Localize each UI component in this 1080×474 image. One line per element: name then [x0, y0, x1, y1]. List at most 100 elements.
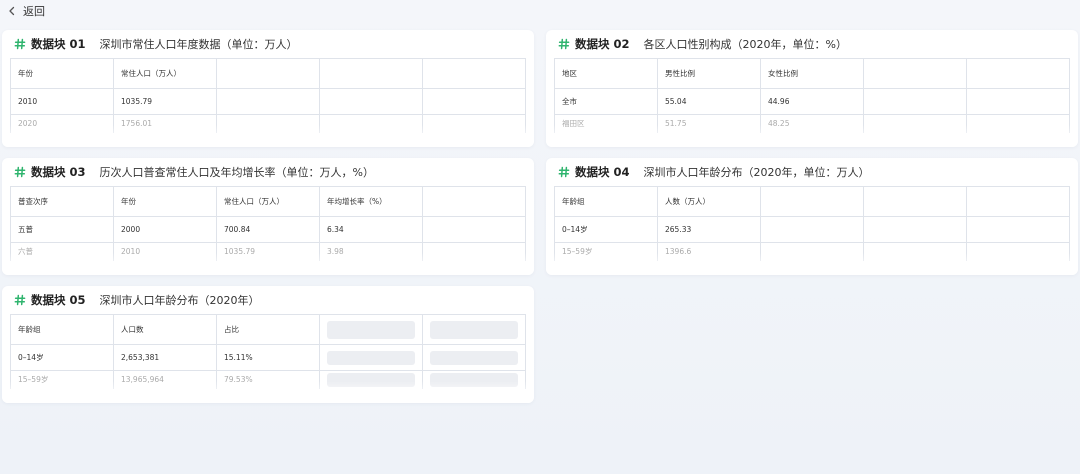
data-block-02: 数据块 02 各区人口性别构成（2020年，单位：%） 地区 男性比例 女性比例…: [546, 30, 1078, 147]
table-row: 15–59岁 13,965,964 79.53%: [10, 370, 526, 389]
table-cell: [966, 114, 1070, 133]
column-header: [319, 58, 423, 89]
column-header: 人数（万人）: [657, 186, 761, 217]
table-cell: 福田区: [554, 114, 658, 133]
block-label: 数据块 01: [31, 37, 86, 51]
data-table: 普查次序 年份 常住人口（万人） 年均增长率（%） 五普 2000 700.84…: [10, 186, 526, 261]
table-cell: 2010: [113, 242, 217, 261]
hash-icon: [14, 166, 26, 178]
skeleton-bar: [327, 320, 415, 339]
table-cell: [422, 216, 526, 243]
table-cell: [216, 114, 320, 133]
table-header-row: 年龄组 人口数 占比: [10, 314, 526, 345]
block-header: 数据块 03 历次人口普查常住人口及年均增长率（单位：万人，%）: [14, 158, 374, 186]
skeleton-bar: [327, 372, 415, 387]
data-table: 年龄组 人口数 占比 0–14岁 2,653,381 15.11% 15–59岁…: [10, 314, 526, 389]
data-table: 地区 男性比例 女性比例 全市 55.04 44.96 福田区 51.75 48…: [554, 58, 1070, 133]
block-label: 数据块 05: [31, 293, 86, 307]
chevron-left-icon: [9, 6, 15, 16]
table-cell: 3.98: [319, 242, 423, 261]
table-cell: 265.33: [657, 216, 761, 243]
hash-icon: [14, 38, 26, 50]
table-cell: [760, 242, 864, 261]
block-title: 各区人口性别构成（2020年，单位：%）: [643, 38, 847, 51]
table-cell: [319, 114, 423, 133]
table-cell: [863, 114, 967, 133]
table-cell: 79.53%: [216, 370, 320, 389]
column-header: [966, 186, 1070, 217]
table-cell: [966, 216, 1070, 243]
data-block-04: 数据块 04 深圳市人口年龄分布（2020年，单位：万人） 年龄组 人数（万人）…: [546, 158, 1078, 275]
data-block-05: 数据块 05 深圳市人口年龄分布（2020年） 年龄组 人口数 占比 0–14岁…: [2, 286, 534, 403]
table-cell: 2020: [10, 114, 114, 133]
table-cell: [319, 88, 423, 115]
block-header: 数据块 05 深圳市人口年龄分布（2020年）: [14, 286, 260, 314]
back-button[interactable]: 返回: [6, 3, 45, 19]
column-header: [422, 186, 526, 217]
table-row: 0–14岁 265.33: [554, 216, 1070, 243]
skeleton-bar: [327, 350, 415, 365]
table-row: 2010 1035.79: [10, 88, 526, 115]
table-row: 福田区 51.75 48.25: [554, 114, 1070, 133]
table-cell: [216, 88, 320, 115]
table-cell: [966, 88, 1070, 115]
table-cell: 2010: [10, 88, 114, 115]
table-cell: 15–59岁: [554, 242, 658, 261]
table-cell: [863, 242, 967, 261]
column-header: [760, 186, 864, 217]
table-cell: 2000: [113, 216, 217, 243]
column-header: 普查次序: [10, 186, 114, 217]
table-cell: [966, 242, 1070, 261]
back-label: 返回: [23, 5, 45, 18]
data-block-01: 数据块 01 深圳市常住人口年度数据（单位：万人） 年份 常住人口（万人） 20…: [2, 30, 534, 147]
block-label: 数据块 04: [575, 165, 630, 179]
table-cell: 6.34: [319, 216, 423, 243]
table-cell: 55.04: [657, 88, 761, 115]
block-title: 深圳市常住人口年度数据（单位：万人）: [99, 38, 298, 51]
column-header: 年龄组: [554, 186, 658, 217]
column-header: 常住人口（万人）: [216, 186, 320, 217]
block-title: 深圳市人口年龄分布（2020年，单位：万人）: [643, 166, 870, 179]
column-header: 人口数: [113, 314, 217, 345]
hash-icon: [558, 166, 570, 178]
column-header: 占比: [216, 314, 320, 345]
table-cell: 1756.01: [113, 114, 217, 133]
table-cell: 48.25: [760, 114, 864, 133]
loading-placeholder: [319, 370, 423, 389]
block-label: 数据块 03: [31, 165, 86, 179]
table-cell: [863, 88, 967, 115]
table-row: 0–14岁 2,653,381 15.11%: [10, 344, 526, 371]
column-header: 年龄组: [10, 314, 114, 345]
table-header-row: 地区 男性比例 女性比例: [554, 58, 1070, 89]
column-header: 男性比例: [657, 58, 761, 89]
table-cell: 51.75: [657, 114, 761, 133]
column-header: 常住人口（万人）: [113, 58, 217, 89]
loading-placeholder: [422, 370, 526, 389]
table-cell: 15.11%: [216, 344, 320, 371]
table-row: 五普 2000 700.84 6.34: [10, 216, 526, 243]
column-header: 地区: [554, 58, 658, 89]
page: 返回 数据块 01 深圳市常住人口年度数据（单位：万人） 年份 常住人口（万人）…: [0, 0, 1080, 474]
loading-placeholder: [319, 344, 423, 371]
table-cell: 13,965,964: [113, 370, 217, 389]
table-cell: 700.84: [216, 216, 320, 243]
skeleton-bar: [430, 372, 518, 387]
column-header: [966, 58, 1070, 89]
table-cell: 15–59岁: [10, 370, 114, 389]
table-cell: [760, 216, 864, 243]
loading-placeholder: [422, 314, 526, 345]
loading-placeholder: [319, 314, 423, 345]
table-cell: 1396.6: [657, 242, 761, 261]
block-title: 历次人口普查常住人口及年均增长率（单位：万人，%）: [99, 166, 374, 179]
table-header-row: 普查次序 年份 常住人口（万人） 年均增长率（%）: [10, 186, 526, 217]
table-cell: [422, 88, 526, 115]
hash-icon: [14, 294, 26, 306]
column-header: [863, 58, 967, 89]
block-header: 数据块 04 深圳市人口年龄分布（2020年，单位：万人）: [558, 158, 870, 186]
table-row: 15–59岁 1396.6: [554, 242, 1070, 261]
table-cell: 1035.79: [113, 88, 217, 115]
column-header: 年份: [113, 186, 217, 217]
column-header: 女性比例: [760, 58, 864, 89]
block-header: 数据块 01 深圳市常住人口年度数据（单位：万人）: [14, 30, 298, 58]
hash-icon: [558, 38, 570, 50]
